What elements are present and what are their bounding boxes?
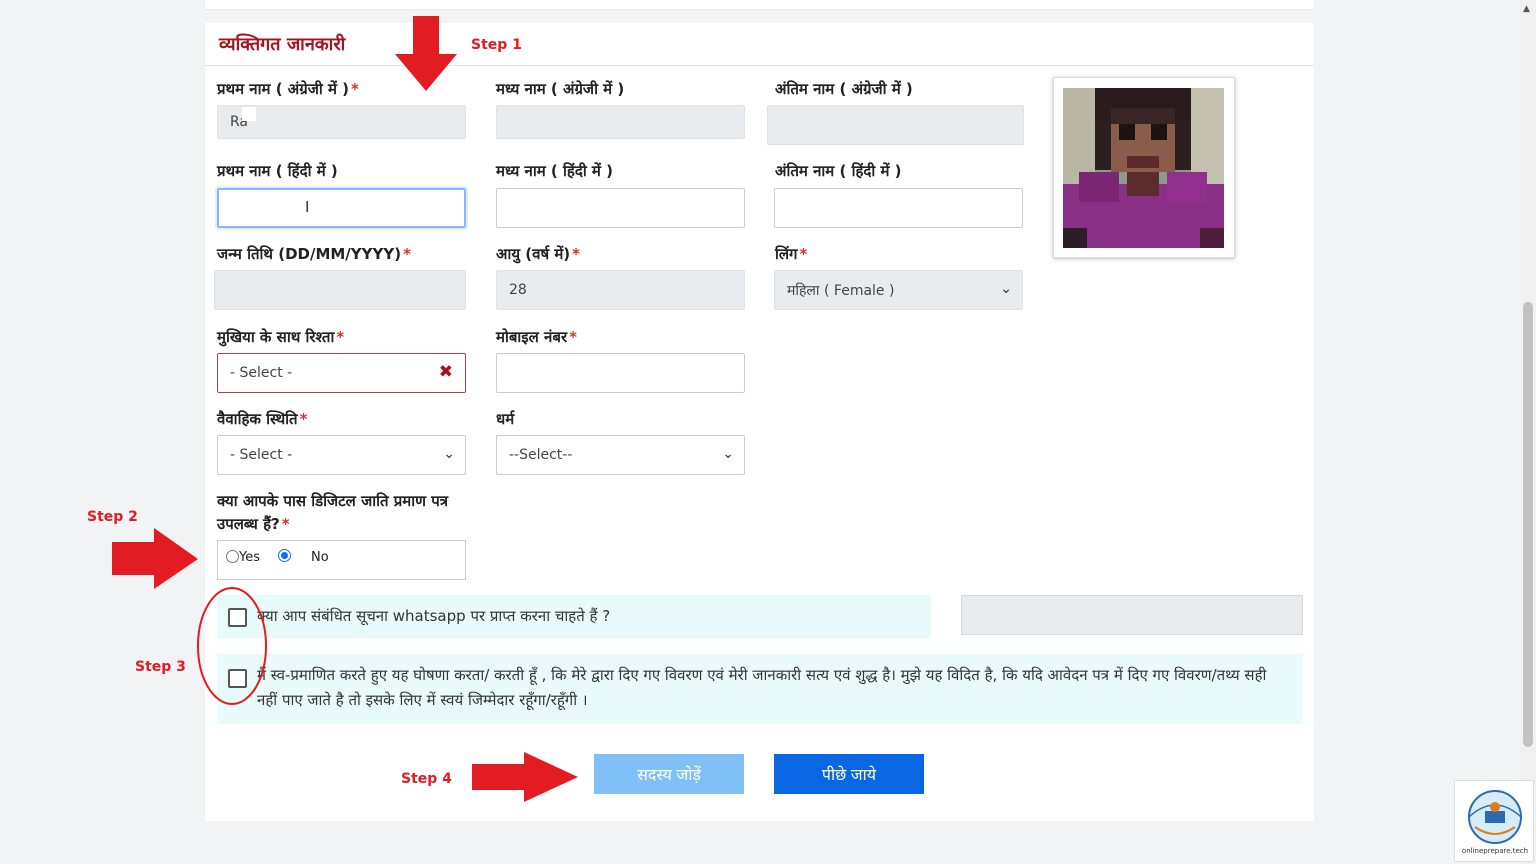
gender-value: महिला ( Female ) [787,282,895,299]
radio-no-label: No [311,550,329,565]
highlight-circle-icon [197,587,267,705]
section-title: व्यक्तिगत जानकारी [219,34,346,55]
religion-select[interactable]: --Select-- ⌄ [496,435,745,475]
step-2-label: Step 2 [87,509,138,525]
scroll-thumb[interactable] [1523,302,1533,747]
last-name-en-label: अंतिम नाम ( अंग्रेजी में ) [775,80,913,98]
censor-patch [242,107,256,121]
gender-label: लिंग * [775,245,808,263]
add-member-button[interactable]: सदस्य जोड़ें [594,754,744,794]
radio-yes[interactable] [226,550,239,563]
card-header: व्यक्तिगत जानकारी [205,23,1314,66]
mobile-label: मोबाइल नंबर * [496,328,577,346]
marital-label: वैवाहिक स्थिति * [217,410,308,428]
marital-select[interactable]: - Select - ⌄ [217,435,466,475]
first-name-hi-input[interactable]: I [217,188,466,228]
first-name-en-input[interactable]: Ra [217,105,466,139]
radio-yes-label: Yes [239,550,260,565]
middle-name-hi-input[interactable] [496,188,745,228]
radio-no[interactable] [278,549,291,562]
step-1-label: Step 1 [471,37,522,53]
chevron-down-icon: ⌄ [1000,281,1012,297]
last-name-en-input[interactable] [767,105,1024,145]
middle-name-hi-label: मध्य नाम ( हिंदी में ) [496,162,613,180]
personal-info-card: व्यक्तिगत जानकारी प्रथम नाम ( अंग्रेजी म… [205,23,1314,821]
chevron-down-icon: ⌄ [443,446,455,462]
page-scrollbar[interactable]: ▲ [1520,0,1536,864]
dob-label: जन्म तिथि (DD/MM/YYYY) * [217,245,411,263]
marital-value: - Select - [230,447,293,463]
first-name-hi-label: प्रथम नाम ( हिंदी में ) [217,162,338,180]
middle-name-en-input[interactable] [496,105,745,139]
religion-label: धर्म [496,410,515,428]
first-name-en-label: प्रथम नाम ( अंग्रेजी में ) * [217,80,359,98]
text-cursor-icon: I [305,198,310,216]
middle-name-en-label: मध्य नाम ( अंग्रेजी में ) [496,80,625,98]
applicant-photo-frame [1053,77,1235,258]
step-4-label: Step 4 [401,771,452,787]
go-back-button[interactable]: पीछे जाये [774,754,924,794]
dob-input[interactable] [214,270,466,310]
arrow-right-icon [472,752,578,802]
religion-value: --Select-- [509,447,573,463]
relation-value: - Select - [230,365,293,381]
gender-select[interactable]: महिला ( Female ) ⌄ [774,270,1023,310]
caste-cert-radio-group: Yes No [217,540,466,580]
whatsapp-consent-text: क्या आप संबंधित सूचना whatsapp पर प्राप्… [257,607,611,625]
watermark-text: onlineprepare.tech [1461,847,1529,855]
whatsapp-number-input[interactable] [961,595,1303,635]
arrow-down-icon [395,16,457,91]
age-input[interactable]: 28 [496,270,745,310]
watermark-logo: onlineprepare.tech [1454,780,1534,862]
age-label: आयु (वर्ष में) * [496,245,581,263]
relation-select[interactable]: - Select - ✖ [217,353,466,393]
declaration-text: मैं स्व-प्रमाणित करते हुए यह घोषणा करता/… [257,666,1267,709]
error-cross-icon: ✖ [438,362,453,382]
whatsapp-consent-row: क्या आप संबंधित सूचना whatsapp पर प्राप्… [217,595,931,638]
step-3-label: Step 3 [135,659,186,675]
arrow-right-icon [112,528,198,589]
pixelated-photo-icon [1063,88,1224,248]
age-value: 28 [509,282,527,298]
declaration-row: मैं स्व-प्रमाणित करते हुए यह घोषणा करता/… [217,654,1303,724]
last-name-hi-input[interactable] [774,188,1023,228]
scroll-up-icon[interactable]: ▲ [1523,4,1530,14]
mobile-input[interactable] [496,353,745,393]
relation-label: मुखिया के साथ रिश्ता * [217,328,345,346]
last-name-hi-label: अंतिम नाम ( हिंदी में ) [775,162,902,180]
previous-card [205,0,1314,10]
chevron-down-icon: ⌄ [722,446,734,462]
caste-cert-label: क्या आपके पास डिजिटल जाति प्रमाण पत्र उप… [217,492,448,533]
applicant-photo [1063,88,1224,248]
